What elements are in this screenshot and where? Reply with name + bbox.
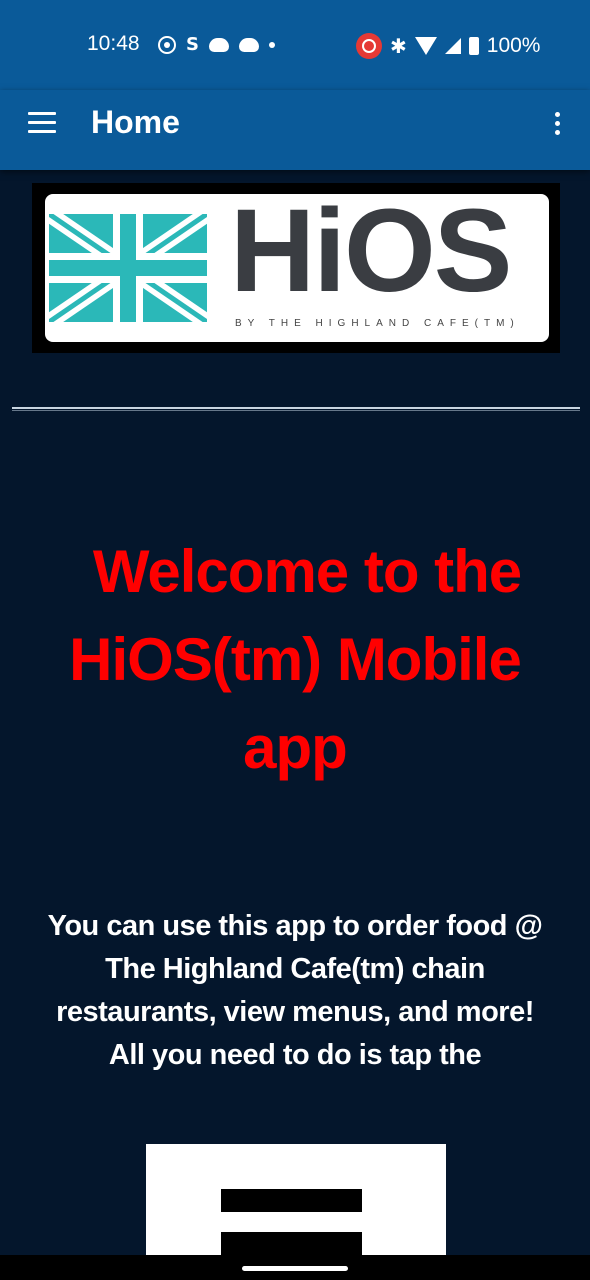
- description-line-1: You can use this app to order food @: [47, 910, 543, 942]
- description-line-2: The Highland Cafe(tm) chain: [105, 953, 485, 985]
- divider: [12, 407, 580, 409]
- description-line-4: All you need to do is tap the: [108, 1039, 482, 1071]
- welcome-line-3: app: [243, 714, 348, 781]
- media-icon: [158, 36, 176, 54]
- system-icons: ✱ 100%: [356, 33, 541, 59]
- hios-logo: HiOS BY THE HIGHLAND CAFE(TM): [45, 186, 549, 342]
- page-title: Home: [91, 104, 180, 140]
- app-bar: Home: [0, 90, 590, 170]
- dot-icon: [268, 42, 275, 48]
- divider-shadow: [12, 410, 580, 411]
- home-gesture-handle[interactable]: [242, 1266, 348, 1271]
- description-line-3: restaurants, view menus, and more!: [56, 996, 534, 1028]
- screen-record-icon: [356, 33, 382, 59]
- notification-icons: S: [158, 34, 275, 56]
- menu-icon-bar: [221, 1189, 362, 1212]
- reddit-icon: [238, 38, 259, 52]
- more-vert-icon[interactable]: [550, 110, 564, 138]
- battery-percent: 100%: [486, 34, 541, 57]
- welcome-heading: Welcome to the HiOS(tm) Mobile app: [20, 528, 570, 792]
- wifi-icon: [414, 37, 437, 55]
- logo-wordmark: HiOS: [230, 185, 512, 317]
- battery-icon: [468, 37, 479, 55]
- signal-icon: [444, 38, 461, 54]
- reddit-icon: [208, 38, 229, 52]
- status-time: 10:48: [87, 32, 140, 55]
- logo-tagline: BY THE HIGHLAND CAFE(TM): [235, 318, 520, 329]
- s-icon: S: [186, 34, 199, 55]
- welcome-line-2: HiOS(tm) Mobile: [69, 626, 522, 693]
- hamburger-menu-icon[interactable]: [28, 112, 56, 134]
- description-text: You can use this app to order food @ The…: [10, 905, 580, 1077]
- bluetooth-icon: ✱: [390, 34, 407, 58]
- welcome-line-1: Welcome to the: [92, 538, 522, 605]
- status-bar: 10:48 S ✱ 100%: [0, 0, 590, 90]
- union-flag-icon: [49, 214, 207, 322]
